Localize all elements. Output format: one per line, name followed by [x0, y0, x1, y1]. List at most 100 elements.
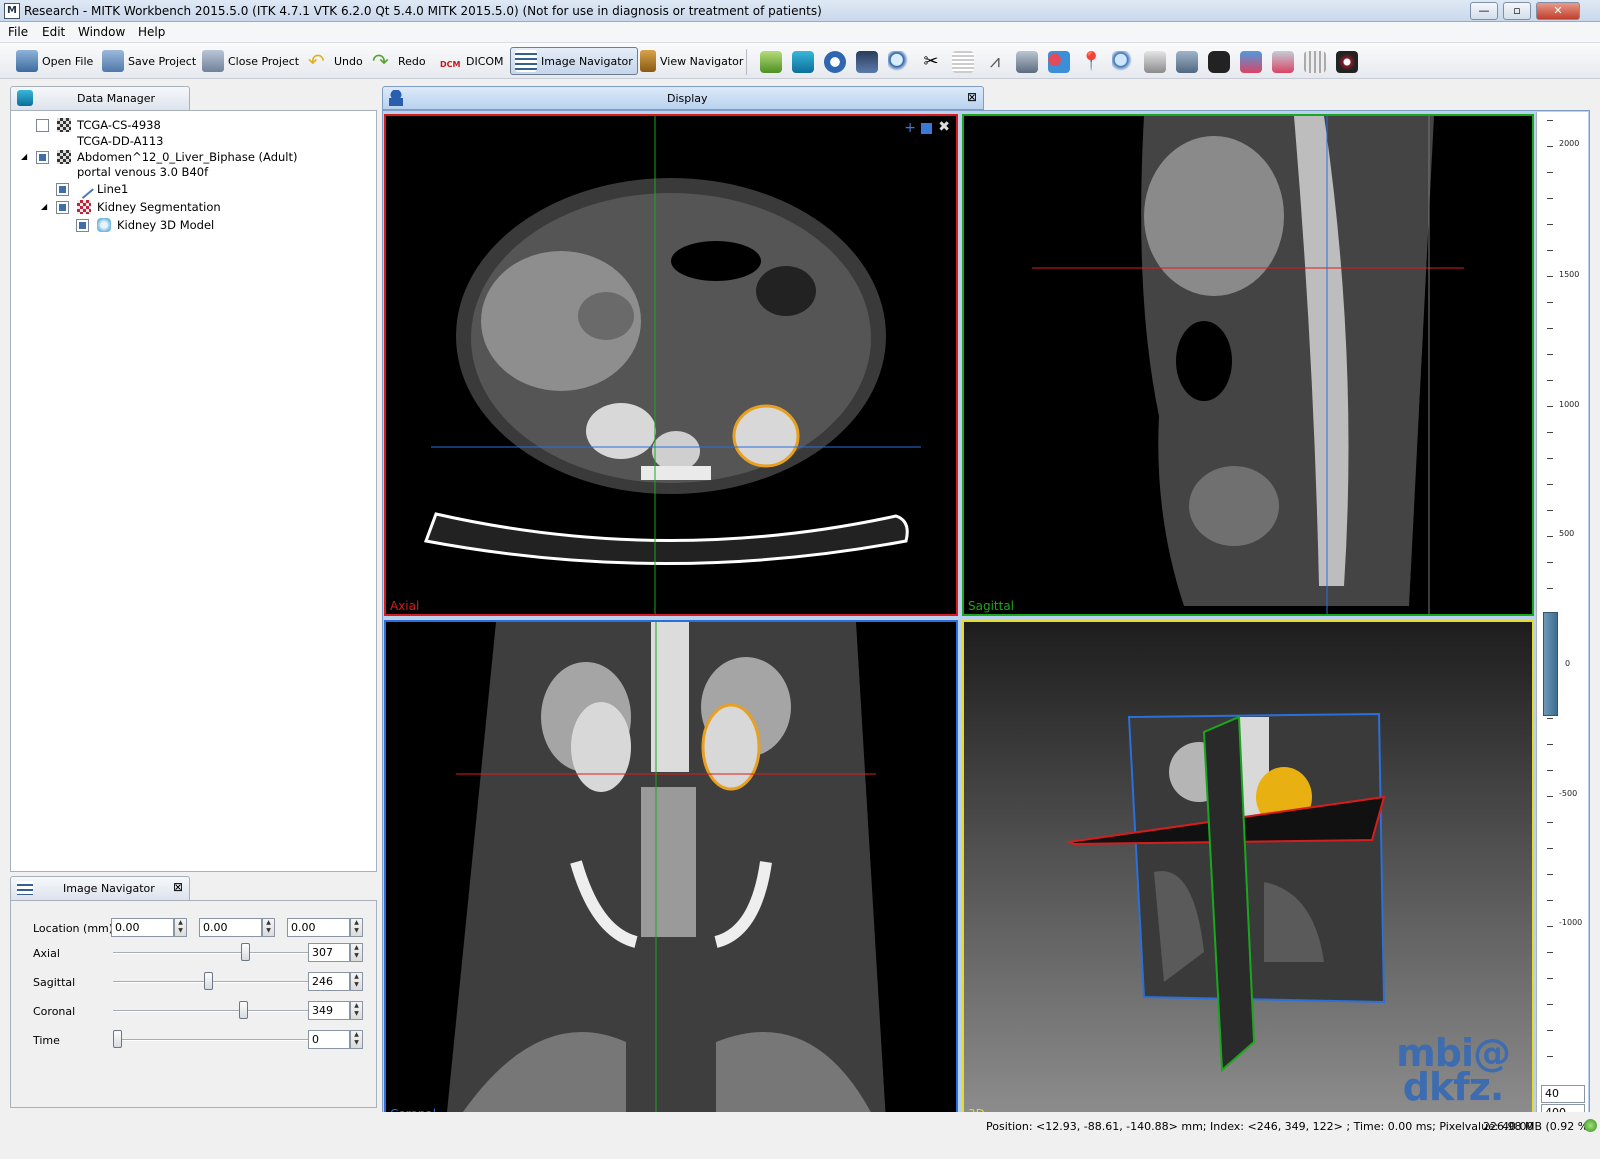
pin-icon[interactable]: 📍: [1080, 51, 1102, 73]
registration-icon[interactable]: [1144, 51, 1166, 73]
location-y-stepper[interactable]: ▲ ▼: [262, 918, 275, 937]
sagittal-view[interactable]: Sagittal: [962, 114, 1534, 616]
axial-view[interactable]: + ✖ Axial: [384, 114, 958, 616]
tree-item-label: Kidney 3D Model: [117, 218, 215, 232]
tree-item-tcga-dd-a113[interactable]: TCGA-DD-A113: [11, 133, 376, 149]
tree-item-kidney-3d-model[interactable]: Kidney 3D Model: [11, 217, 376, 233]
properties-icon[interactable]: [856, 51, 878, 73]
sagittal-label: Sagittal: [33, 976, 76, 989]
tab-display[interactable]: Display ⊠: [382, 86, 984, 110]
expand-arrow-icon[interactable]: ◢: [41, 199, 47, 215]
image-navigator-button[interactable]: Image Navigator: [510, 47, 638, 75]
status-position-text: Position: <12.93, -88.61, -140.88> mm; I…: [986, 1120, 1534, 1133]
level-window-range[interactable]: [1543, 612, 1558, 716]
view-navigator-button[interactable]: View Navigator: [636, 47, 747, 75]
tab-data-manager[interactable]: Data Manager: [10, 86, 190, 110]
location-x-input[interactable]: 0.00: [111, 918, 174, 937]
help-icon[interactable]: [824, 51, 846, 73]
location-z-stepper[interactable]: ▲ ▼: [350, 918, 363, 937]
mbi-dkfz-logo: mbi@ dkfz.: [1396, 1034, 1511, 1106]
tab-image-navigator[interactable]: Image Navigator ⊠: [10, 876, 190, 900]
settings-icon[interactable]: ✖: [938, 119, 950, 135]
line-icon: [74, 179, 94, 199]
undo-button[interactable]: ↶ Undo: [304, 47, 367, 75]
location-z-input[interactable]: 0.00: [287, 918, 350, 937]
maximize-icon[interactable]: ▫: [1503, 2, 1531, 20]
menu-window[interactable]: Window: [78, 25, 125, 39]
tree-item-label: Line1: [97, 182, 129, 196]
menu-file[interactable]: File: [8, 25, 28, 39]
level-input[interactable]: 40: [1541, 1085, 1585, 1103]
coronal-value-input[interactable]: 349: [308, 1001, 350, 1020]
histogram-icon[interactable]: [1304, 51, 1326, 73]
redo-button[interactable]: ↷ Redo: [368, 47, 430, 75]
axial-stepper[interactable]: ▲ ▼: [350, 943, 363, 962]
menu-edit[interactable]: Edit: [42, 25, 65, 39]
sagittal-stepper[interactable]: ▲ ▼: [350, 972, 363, 991]
zoom-icon[interactable]: [888, 51, 910, 73]
camera-icon[interactable]: [1016, 51, 1038, 73]
menu-help[interactable]: Help: [138, 25, 165, 39]
time-slider[interactable]: [113, 1039, 308, 1041]
coronal-slider[interactable]: [113, 1010, 308, 1012]
crosshair-icon[interactable]: +: [904, 120, 916, 136]
axial-slider[interactable]: [113, 952, 308, 954]
memory-status-icon: [1584, 1119, 1597, 1132]
axial-slider-handle[interactable]: [241, 943, 251, 961]
sagittal-slider-handle[interactable]: [204, 972, 214, 990]
open-file-button[interactable]: Open File: [12, 47, 97, 75]
visibility-checkbox[interactable]: [36, 151, 49, 164]
close-icon[interactable]: ⊠: [173, 880, 183, 894]
visibility-checkbox[interactable]: [76, 219, 89, 232]
axial-label: Axial: [33, 947, 60, 960]
location-x-stepper[interactable]: ▲ ▼: [174, 918, 187, 937]
scale-tick: [1547, 718, 1553, 719]
coronal-stepper[interactable]: ▲ ▼: [350, 1001, 363, 1020]
dicom-button[interactable]: DCM DICOM: [436, 47, 508, 75]
scissors-icon[interactable]: ✂: [920, 51, 942, 73]
data-manager-title: Data Manager: [77, 92, 155, 105]
close-icon[interactable]: ✕: [1536, 2, 1580, 20]
maximize-view-icon[interactable]: [921, 123, 932, 134]
modelling-icon[interactable]: [1272, 51, 1294, 73]
sagittal-value-input[interactable]: 246: [308, 972, 350, 991]
tree-item-abdomen[interactable]: ◢ Abdomen^12_0_Liver_Biphase (Adult) por…: [11, 149, 376, 181]
save-project-button[interactable]: Save Project: [98, 47, 200, 75]
connectivity-icon[interactable]: [1240, 51, 1262, 73]
grid-icon[interactable]: [952, 51, 974, 73]
time-slider-handle[interactable]: [113, 1030, 122, 1048]
minimize-icon[interactable]: —: [1470, 2, 1498, 20]
segmentation-tool-icon[interactable]: [760, 51, 782, 73]
tree-item-label: Kidney Segmentation: [97, 200, 221, 214]
location-label: Location (mm): [33, 922, 114, 935]
screenshot-icon[interactable]: [1208, 51, 1230, 73]
data-manager-tree[interactable]: TCGA-CS-4938 TCGA-DD-A113 ◢ Abdomen^12_0…: [10, 110, 377, 872]
visibility-checkbox[interactable]: [56, 183, 69, 196]
eye-icon[interactable]: [1336, 51, 1358, 73]
measurement-icon[interactable]: ⩘: [984, 51, 1006, 73]
location-y-input[interactable]: 0.00: [199, 918, 262, 937]
tree-item-tcga-cs-4938[interactable]: TCGA-CS-4938: [11, 117, 376, 133]
menu-bar: File Edit Window Help: [0, 22, 1600, 43]
level-window-scale[interactable]: 2000 1500 1000 500 0 -500 -1000 40 400: [1536, 112, 1588, 1124]
volume-icon[interactable]: [1176, 51, 1198, 73]
visibility-checkbox[interactable]: [36, 119, 49, 132]
coronal-slider-handle[interactable]: [239, 1001, 249, 1019]
time-value-input[interactable]: 0: [308, 1030, 350, 1049]
close-project-button[interactable]: Close Project: [198, 47, 303, 75]
coronal-view[interactable]: Coronal: [384, 620, 958, 1124]
tree-item-kidney-segmentation[interactable]: ◢ Kidney Segmentation: [11, 199, 376, 215]
search-icon[interactable]: [1112, 51, 1134, 73]
dicom-label: DICOM: [466, 54, 504, 68]
image-node-icon: [57, 150, 71, 164]
tree-item-line1[interactable]: Line1: [11, 179, 376, 199]
3d-view[interactable]: mbi@ dkfz. 3D: [962, 620, 1534, 1124]
close-icon[interactable]: ⊠: [967, 90, 977, 104]
data-cube-icon[interactable]: [792, 51, 814, 73]
expand-arrow-icon[interactable]: ◢: [21, 149, 27, 165]
visibility-checkbox[interactable]: [56, 201, 69, 214]
point-set-icon[interactable]: [1048, 51, 1070, 73]
scale-tick: [1547, 198, 1553, 199]
axial-value-input[interactable]: 307: [308, 943, 350, 962]
time-stepper[interactable]: ▲ ▼: [350, 1030, 363, 1049]
